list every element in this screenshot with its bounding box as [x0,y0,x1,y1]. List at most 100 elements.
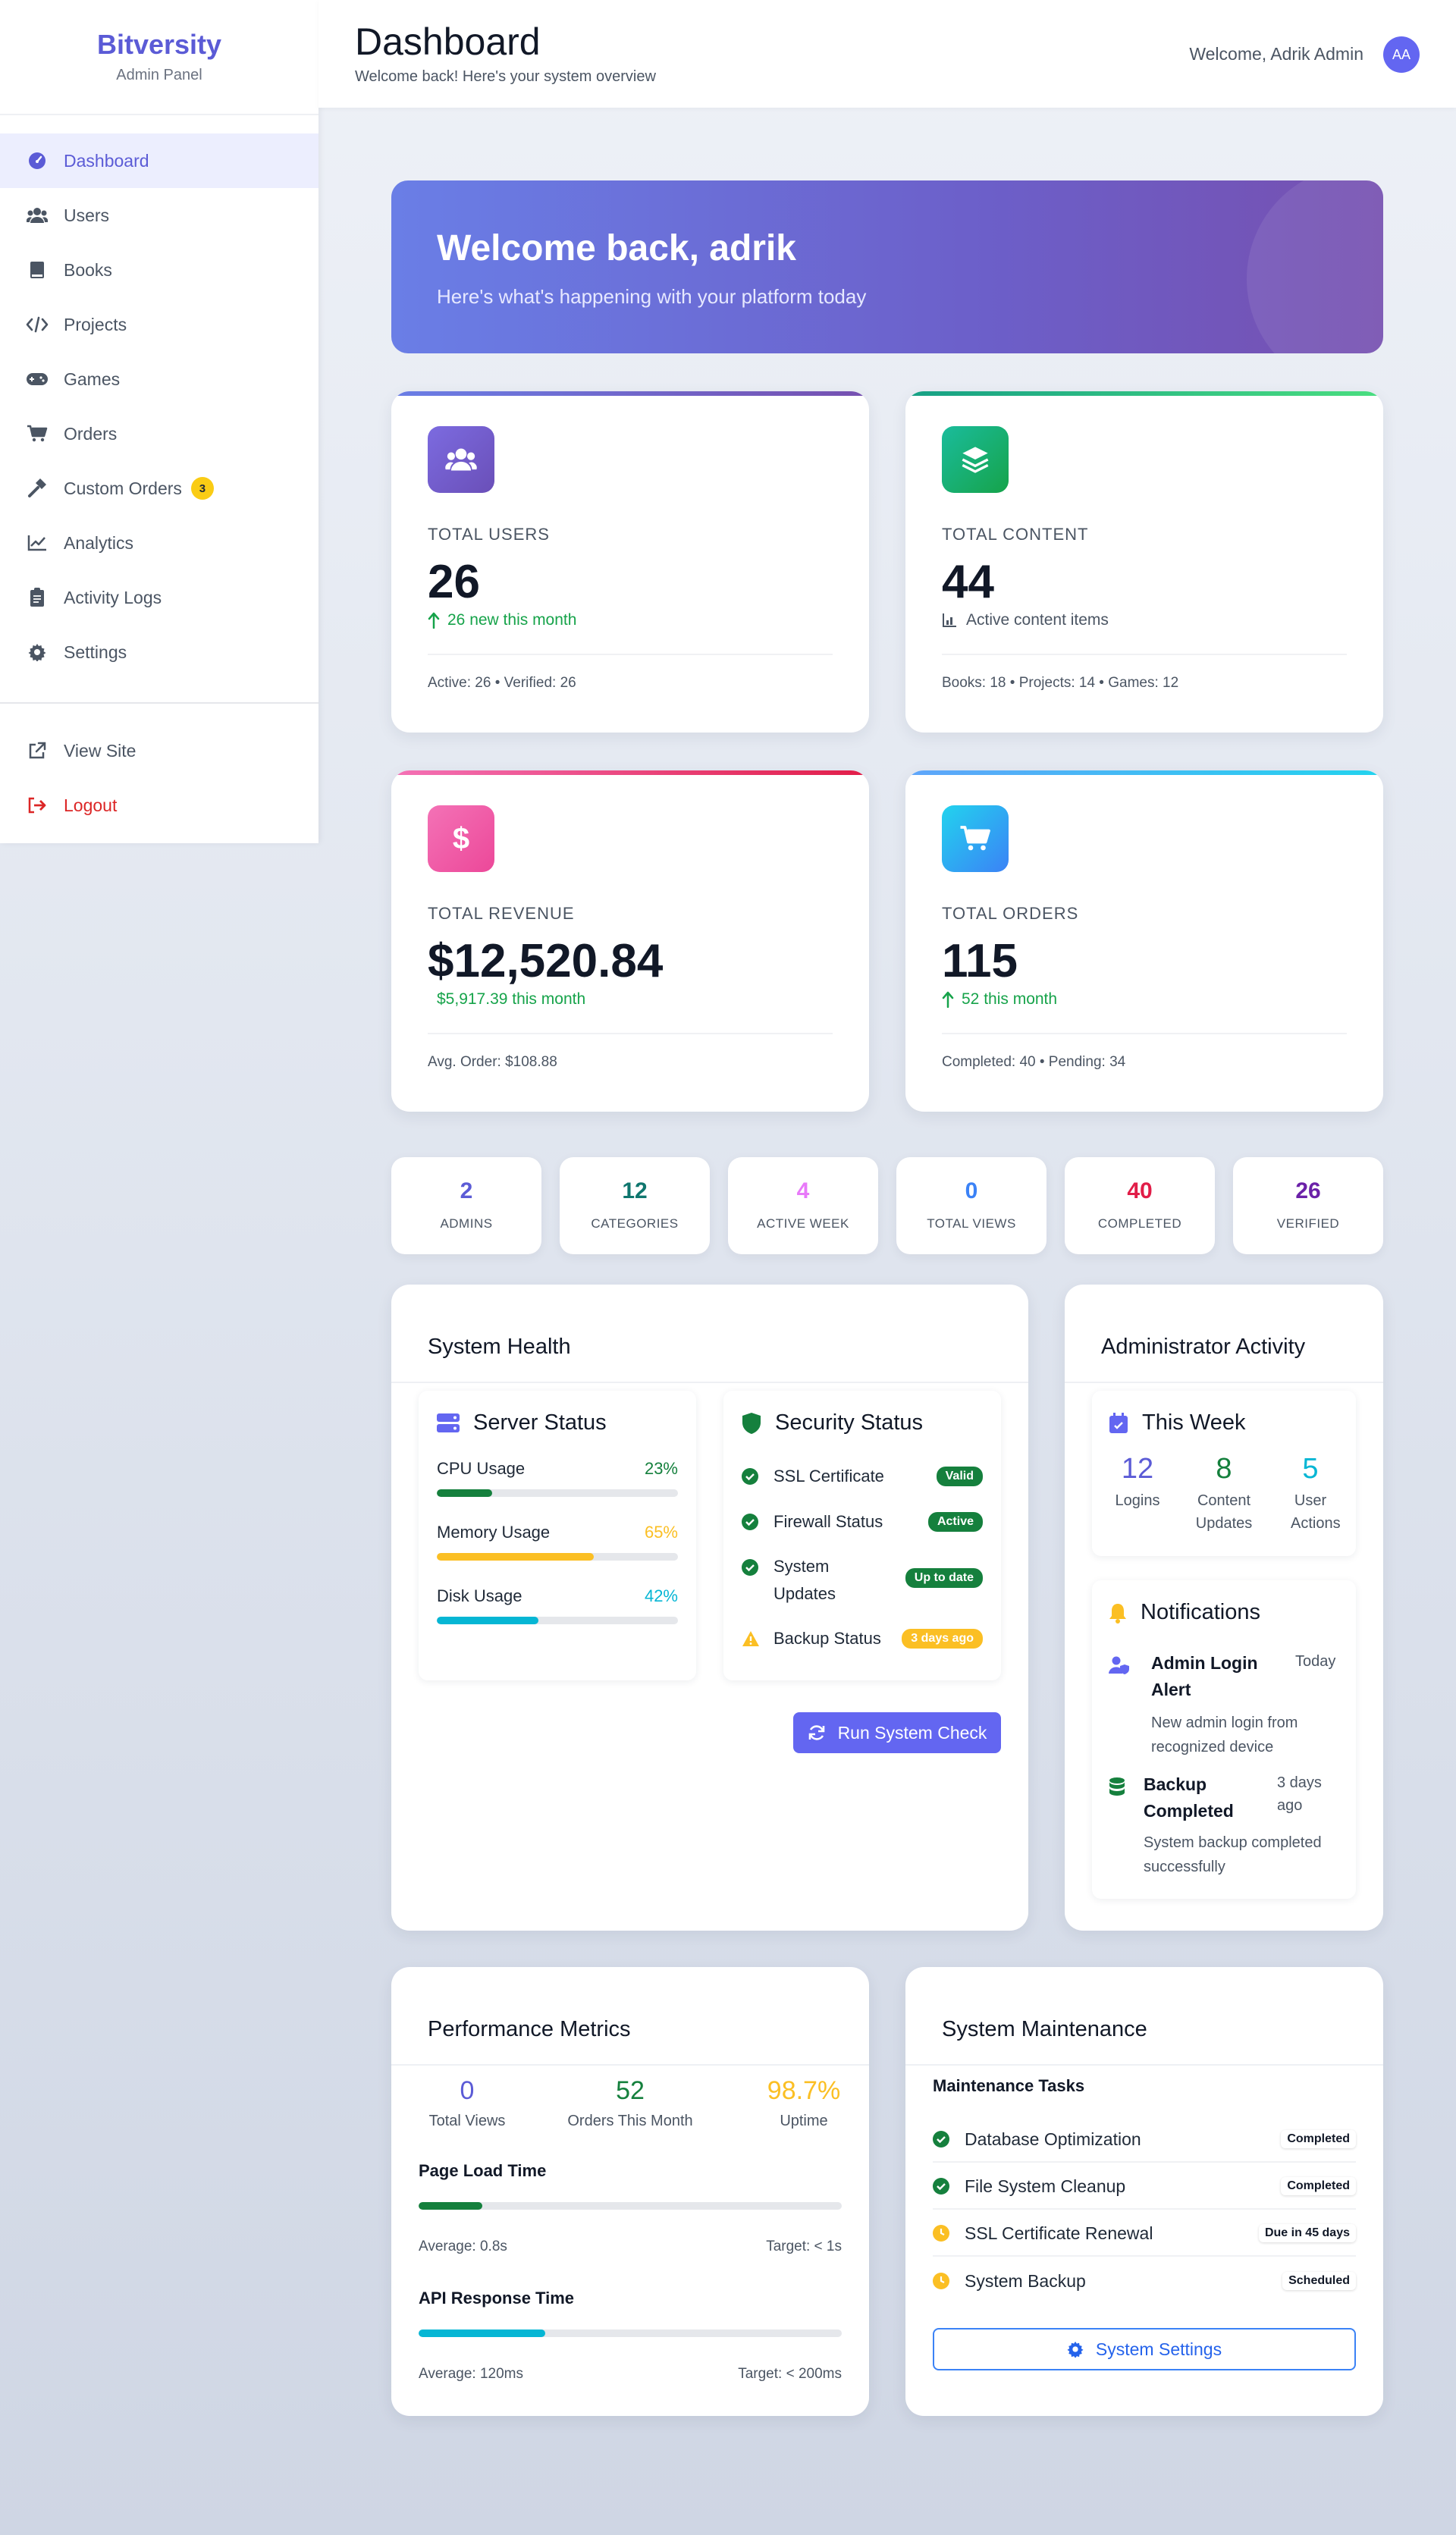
sidebar-item-label: Projects [64,314,127,334]
metric-percent: 23% [644,1459,678,1478]
arrow-up-icon [428,612,440,629]
sidebar-item-games[interactable]: Games [0,352,318,406]
security-item-label: Backup Status [774,1629,881,1648]
metric-percent: 42% [644,1586,678,1605]
server-status-card: Server Status CPU Usage 23% Memory Usage… [419,1391,696,1680]
sidebar-item-users[interactable]: Users [0,188,318,243]
security-item-backup: Backup Status 3 days ago [742,1629,983,1649]
chart-bar-icon [942,613,957,628]
security-item-firewall: Firewall Status Active [742,1512,983,1532]
cpu-usage-row: CPU Usage 23% [437,1459,678,1497]
security-status-label: Security Status [775,1410,924,1435]
check-circle-icon [933,2178,949,2195]
task-row: System Backup Scheduled [933,2258,1356,2304]
sidebar-item-logout[interactable]: Logout [0,778,318,833]
shield-icon [742,1412,761,1435]
progress-track [437,1553,678,1561]
status-badge: Active [927,1512,983,1532]
task-status-badge: Completed [1281,2177,1356,2195]
mini-stat-active-week: 4 ACTIVE WEEK [728,1157,878,1254]
page-load-progress-fill [419,2202,482,2210]
task-status-badge: Completed [1281,2130,1356,2148]
external-link-icon [26,739,49,762]
users-icon [26,204,49,227]
divider [428,654,833,655]
activity-label: User Actions [1291,1492,1341,1532]
sidebar-item-view-site[interactable]: View Site [0,723,318,778]
stat-trend: 26 new this month [428,611,576,629]
sidebar-item-dashboard[interactable]: Dashboard [0,133,318,188]
mini-stat-label: TOTAL VIEWS [927,1216,1016,1231]
database-icon [1109,1777,1125,1801]
mini-stat-value: 40 [1127,1178,1153,1203]
security-item-updates: System Updates Up to date [742,1556,983,1611]
check-circle-icon [742,1514,758,1530]
brand: Bitversity Admin Panel [0,0,318,115]
sidebar-nav: Dashboard Users Books Projects Games Ord… [0,115,318,833]
stat-value: 44 [942,556,994,608]
stat-trend: 52 this month [942,990,1057,1009]
card-accent [391,391,869,396]
security-item-label: SSL Certificate [774,1467,884,1486]
system-settings-button[interactable]: System Settings [933,2328,1356,2370]
clock-icon [933,2273,949,2289]
sidebar-item-settings[interactable]: Settings [0,625,318,679]
mini-stat-value: 4 [796,1178,810,1203]
run-system-check-button[interactable]: Run System Check [793,1712,1001,1753]
sidebar-item-label: Users [64,205,110,225]
gamepad-icon [26,368,49,391]
stat-footer: Completed: 40 • Pending: 34 [942,1054,1126,1070]
warning-icon [742,1630,759,1647]
chart-line-icon [26,532,49,554]
divider [942,1033,1347,1034]
this-week-card: This Week 12 Logins 8 Content Updates 5 … [1092,1391,1356,1556]
stat-value: $12,520.84 [428,935,664,987]
mini-stat-label: VERIFIED [1276,1216,1340,1231]
mini-stat-value: 0 [965,1178,978,1203]
maintenance-subtitle: Maintenance Tasks [933,2076,1085,2095]
sidebar-item-orders[interactable]: Orders [0,406,318,461]
check-circle-icon [933,2131,949,2148]
metric-label: Memory Usage [437,1523,551,1542]
hero-subtitle: Here's what's happening with your platfo… [437,285,867,308]
check-circle-icon [742,1468,758,1485]
stat-trend-text: Active content items [966,611,1109,629]
status-badge: Valid [936,1467,983,1486]
mini-stat-admins: 2 ADMINS [391,1157,541,1254]
panel-title: System Maintenance [942,2017,1147,2041]
sidebar-item-activity-logs[interactable]: Activity Logs [0,570,318,625]
brand-name[interactable]: Bitversity [0,29,318,61]
stat-label: TOTAL REVENUE [428,904,575,923]
mini-stat-value: 12 [622,1178,648,1203]
avatar[interactable]: AA [1383,36,1420,73]
security-status-card: Security Status SSL Certificate Valid Fi… [723,1391,1001,1680]
sidebar-item-analytics[interactable]: Analytics [0,516,318,570]
sidebar-item-label: Books [64,259,112,280]
this-week-label: This Week [1142,1410,1246,1435]
sidebar-item-books[interactable]: Books [0,243,318,297]
stat-trend: $5,917.39 this month [437,990,585,1009]
dollar-icon: $ [428,805,494,872]
mini-stat-label: COMPLETED [1097,1216,1182,1231]
gear-icon [1067,2341,1084,2358]
sidebar-item-label: Analytics [64,532,134,553]
divider [905,2064,1383,2066]
gear-icon [26,641,49,664]
mini-stat-value: 2 [460,1178,473,1203]
card-accent [905,770,1383,775]
sidebar-item-custom-orders[interactable]: Custom Orders 3 [0,461,318,516]
hammer-icon [26,477,49,500]
button-label: System Settings [1095,2339,1222,2359]
arrow-up-icon [942,991,954,1008]
sidebar-item-projects[interactable]: Projects [0,297,318,352]
perf-value: 52 [616,2076,645,2105]
notifications-card: Notifications Admin Login Alert Today Ne… [1092,1580,1356,1899]
stat-label: TOTAL ORDERS [942,904,1079,923]
page-subtitle: Welcome back! Here's your system overvie… [355,68,656,85]
bell-icon [1109,1602,1127,1624]
api-response-progress-fill [419,2330,546,2337]
brand-subtitle: Admin Panel [116,67,202,83]
book-icon [26,259,49,281]
progress-track [419,2330,842,2337]
security-item-ssl: SSL Certificate Valid [742,1467,983,1486]
